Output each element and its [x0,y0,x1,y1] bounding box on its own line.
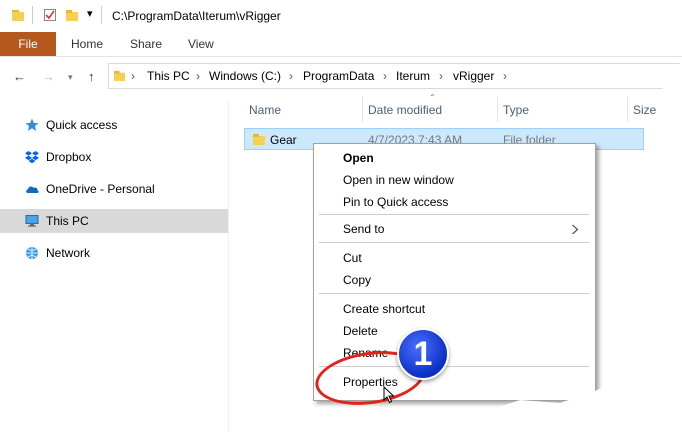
breadcrumb-chevron-icon[interactable]: › [383,69,387,83]
sidebar-item-label: Network [46,246,91,260]
navigation-pane: Quick access Dropbox OneDrive - Personal… [0,100,228,440]
menu-item-label: Create shortcut [343,302,426,316]
breadcrumb-vrigger[interactable]: vRigger [453,69,494,83]
menu-item-create-shortcut[interactable]: Create shortcut [314,298,595,320]
folder-icon [114,70,125,81]
menu-item-label: Pin to Quick access [343,195,449,209]
menu-item-cut[interactable]: Cut [314,247,595,269]
star-icon [25,118,39,131]
breadcrumb-chevron-icon[interactable]: › [131,69,135,83]
up-arrow-icon[interactable]: ↑ [88,69,95,84]
tab-share[interactable]: Share [130,32,162,56]
properties-quick-icon[interactable] [44,9,56,21]
column-separator[interactable] [362,96,363,122]
menu-item-open-new-window[interactable]: Open in new window [314,169,595,191]
sidebar-item-network[interactable]: Network [0,241,228,265]
divider [101,6,102,24]
network-icon [26,247,38,259]
new-folder-quick-icon[interactable] [66,9,78,21]
menu-item-label: Open in new window [343,173,454,187]
ribbon: File Home Share View [0,32,682,57]
sidebar-item-label: OneDrive - Personal [46,182,155,196]
sort-chevron-icon: ⌃ [429,93,436,102]
address-bar[interactable]: › This PC › Windows (C:) › ProgramData ›… [108,63,680,89]
mouse-pointer-icon [383,386,395,404]
recent-locations-icon[interactable]: ▾ [68,72,73,83]
cloud-icon [26,186,39,193]
menu-item-copy[interactable]: Copy [314,269,595,291]
menu-item-label: Send to [343,222,385,236]
menu-separator [319,214,589,215]
column-header-name[interactable]: Name [249,103,281,117]
tab-file[interactable]: File [0,32,56,56]
customize-quick-access-icon[interactable]: ▾ [87,7,93,20]
breadcrumb-chevron-icon[interactable]: › [196,69,200,83]
sidebar-item-label: This PC [46,214,89,228]
sidebar-item-label: Quick access [46,118,118,132]
divider [32,6,33,24]
explorer-window: ▾ C:\ProgramData\Iterum\vRigger File Hom… [0,0,682,440]
menu-item-pin-quick-access[interactable]: Pin to Quick access [314,191,595,213]
breadcrumb-drive[interactable]: Windows (C:) [209,69,281,83]
title-bar: ▾ C:\ProgramData\Iterum\vRigger [0,0,682,32]
menu-item-send-to[interactable]: Send to [314,218,595,240]
menu-item-open[interactable]: Open [314,147,595,169]
menu-separator [319,242,589,243]
navigation-bar: ← → ▾ ↑ › This PC › Windows (C:) › Progr… [0,57,682,93]
sidebar-item-this-pc[interactable]: This PC [0,209,228,233]
chevron-right-icon [572,224,579,235]
breadcrumb-this-pc[interactable]: This PC [147,69,190,83]
sidebar-item-dropbox[interactable]: Dropbox [0,145,228,169]
folder-icon [253,134,265,145]
menu-item-label: Open [343,151,374,165]
breadcrumb-iterum[interactable]: Iterum [396,69,430,83]
column-separator[interactable] [627,96,628,122]
step-number: 1 [413,335,433,373]
file-name: Gear [270,133,297,147]
column-separator[interactable] [497,96,498,122]
breadcrumb-chevron-icon[interactable]: › [503,69,507,83]
menu-item-label: Copy [343,273,372,287]
column-header-size[interactable]: Size [633,103,656,117]
forward-arrow-icon[interactable]: → [42,69,55,84]
sidebar-item-label: Dropbox [46,150,92,164]
column-header-date-modified[interactable]: Date modified [368,103,442,117]
sidebar-item-onedrive[interactable]: OneDrive - Personal [0,177,228,201]
menu-item-label: Delete [343,324,378,338]
breadcrumb-chevron-icon[interactable]: › [289,69,293,83]
sidebar-item-quick-access[interactable]: Quick access [0,113,228,137]
menu-item-delete[interactable]: Delete [314,320,595,342]
breadcrumb-chevron-icon[interactable]: › [439,69,443,83]
folder-icon [12,10,24,21]
tab-view[interactable]: View [188,32,214,56]
step-number-badge: 1 [397,328,449,380]
screenshot: ▾ C:\ProgramData\Iterum\vRigger File Hom… [0,0,682,440]
computer-icon [25,215,39,227]
menu-separator [319,293,589,294]
dropbox-icon [25,151,39,164]
back-arrow-icon[interactable]: ← [13,69,26,84]
pane-divider [228,100,229,440]
breadcrumb-programdata[interactable]: ProgramData [303,69,374,83]
tab-home[interactable]: Home [71,32,103,56]
window-title: C:\ProgramData\Iterum\vRigger [112,9,281,23]
menu-item-label: Cut [343,251,362,265]
column-header-type[interactable]: Type [503,103,529,117]
